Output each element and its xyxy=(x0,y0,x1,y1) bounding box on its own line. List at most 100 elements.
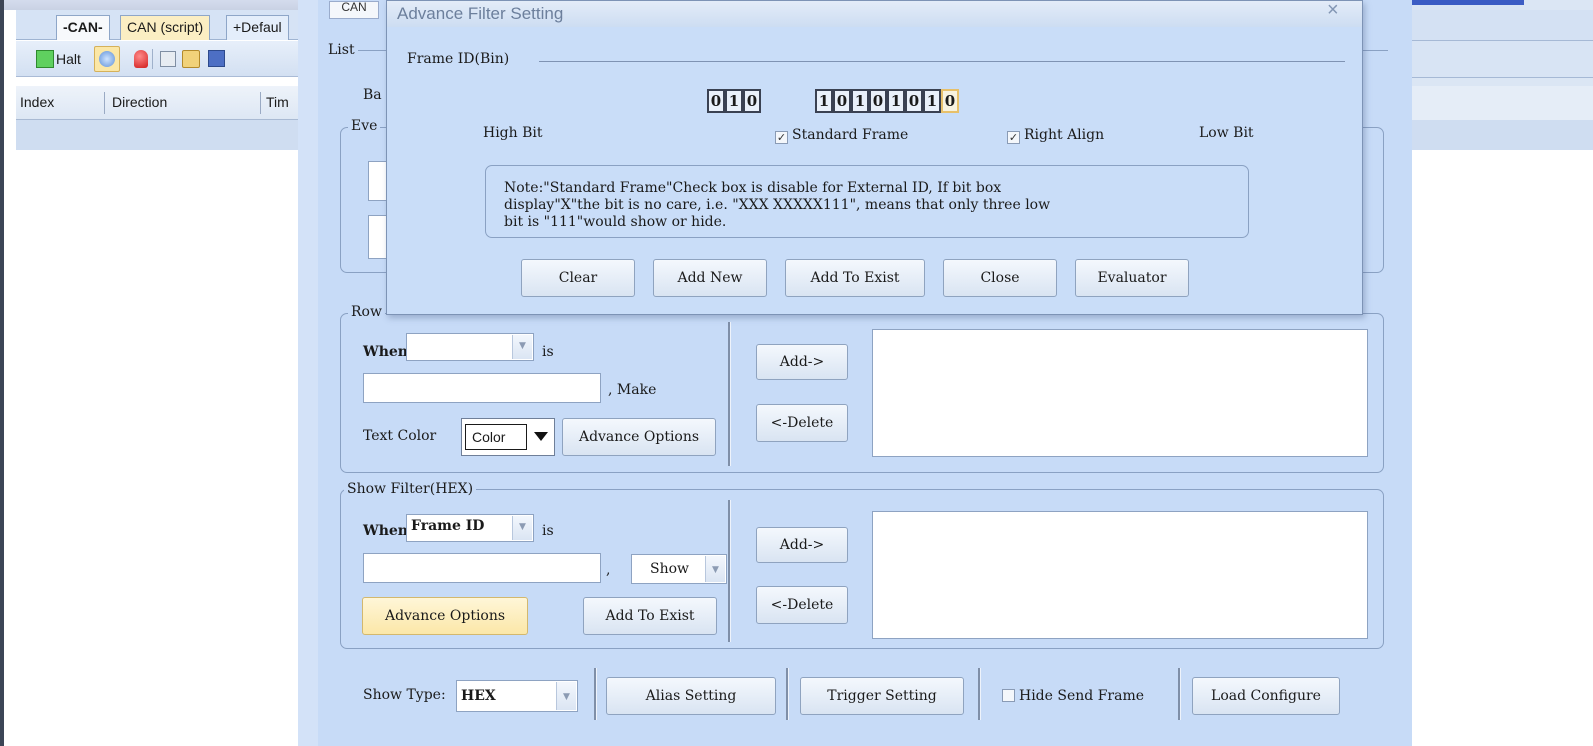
close-button[interactable]: Close xyxy=(943,259,1057,297)
filter-delete-button[interactable]: <-Delete xyxy=(756,586,848,624)
frame-id-label: Frame ID(Bin) xyxy=(407,51,510,67)
color-value: Color xyxy=(465,424,527,450)
open-folder-icon[interactable] xyxy=(182,50,200,68)
trigger-setting-button[interactable]: Trigger Setting xyxy=(800,677,964,715)
add-to-exist-button[interactable]: Add To Exist xyxy=(785,259,925,297)
hide-send-frame-checkbox[interactable]: Hide Send Frame xyxy=(1002,688,1144,704)
chevron-down-icon[interactable]: ▼ xyxy=(512,335,532,359)
row-group-separator xyxy=(728,322,731,466)
col-index[interactable]: Index xyxy=(20,94,54,110)
hide-send-frame-label: Hide Send Frame xyxy=(1019,688,1145,704)
column-separator xyxy=(104,92,105,114)
high-bit-label: High Bit xyxy=(483,125,543,141)
tab-can-script[interactable]: CAN (script) xyxy=(120,15,211,40)
standard-frame-label: Standard Frame xyxy=(792,127,909,143)
checkbox-checked-icon[interactable]: ✓ xyxy=(1007,131,1020,144)
close-icon[interactable]: × xyxy=(1327,0,1339,22)
row-advance-options-button[interactable]: Advance Options xyxy=(562,418,716,456)
bit-box[interactable]: 1 xyxy=(725,89,743,113)
dialog-titlebar: Advance Filter Setting × xyxy=(387,0,1362,27)
load-configure-button[interactable]: Load Configure xyxy=(1192,677,1340,715)
tab-default[interactable]: +Defaul xyxy=(226,15,289,40)
bit-box[interactable]: 0 xyxy=(941,89,959,113)
bit-box[interactable]: 1 xyxy=(815,89,833,113)
bit-box[interactable]: 0 xyxy=(869,89,887,113)
bit-box[interactable]: 1 xyxy=(851,89,869,113)
row-value-input[interactable] xyxy=(363,373,601,403)
clear-button[interactable]: Clear xyxy=(521,259,635,297)
col-direction[interactable]: Direction xyxy=(112,94,167,110)
chevron-down-icon[interactable]: ▼ xyxy=(556,682,576,710)
alias-setting-button[interactable]: Alias Setting xyxy=(606,677,776,715)
record-icon[interactable] xyxy=(134,50,148,68)
row-make-label: , Make xyxy=(608,382,657,398)
copy-icon[interactable] xyxy=(160,51,176,67)
ba-label: Ba xyxy=(363,87,382,103)
bit-box[interactable]: 0 xyxy=(833,89,851,113)
filter-when-value: Frame ID xyxy=(411,518,485,534)
bit-box[interactable]: 0 xyxy=(707,89,725,113)
note-box: Note:"Standard Frame"Check box is disabl… xyxy=(485,165,1249,238)
column-separator xyxy=(260,92,261,114)
filter-when-label: When xyxy=(363,523,408,539)
filter-add-button[interactable]: Add-> xyxy=(756,527,848,563)
halt-icon[interactable] xyxy=(36,50,54,68)
right-header xyxy=(1412,0,1593,150)
filter-advance-options-button[interactable]: Advance Options xyxy=(362,597,528,635)
checkbox-checked-icon[interactable]: ✓ xyxy=(775,131,788,144)
color-picker[interactable]: Color xyxy=(461,418,555,456)
chevron-down-icon[interactable] xyxy=(534,432,548,441)
row-delete-button[interactable]: <-Delete xyxy=(756,404,848,442)
show-hide-combo[interactable]: Show ▼ xyxy=(631,554,727,584)
show-hide-value: Show xyxy=(650,561,690,577)
low-bit-label: Low Bit xyxy=(1199,125,1254,141)
filter-group-separator xyxy=(728,500,731,642)
row-rule-list[interactable] xyxy=(872,329,1368,457)
row-when-combo[interactable]: ▼ xyxy=(406,333,534,361)
filter-add-to-exist-button[interactable]: Add To Exist xyxy=(583,597,717,635)
right-align-checkbox[interactable]: ✓ Right Align xyxy=(1007,127,1104,144)
row-add-button[interactable]: Add-> xyxy=(756,344,848,380)
dialog-title: Advance Filter Setting xyxy=(397,4,564,23)
bit-box[interactable]: 0 xyxy=(743,89,761,113)
bottom-separator xyxy=(1178,668,1181,720)
chevron-down-icon[interactable]: ▼ xyxy=(705,556,725,582)
list-label: List xyxy=(328,42,355,58)
halt-label[interactable]: Halt xyxy=(56,51,81,67)
bottom-separator xyxy=(594,668,597,720)
filter-rule-list[interactable] xyxy=(872,511,1368,639)
show-type-label: Show Type: xyxy=(363,687,446,703)
toolbar: Halt xyxy=(16,41,298,77)
note-line: bit is "111"would show or hide. xyxy=(504,214,727,230)
event-group-label: Eve xyxy=(348,118,381,134)
filter-when-combo[interactable]: Frame ID ▼ xyxy=(406,514,534,542)
right-align-label: Right Align xyxy=(1024,127,1105,143)
bit-box[interactable]: 0 xyxy=(905,89,923,113)
bit-box[interactable]: 1 xyxy=(923,89,941,113)
chevron-down-icon[interactable]: ▼ xyxy=(512,516,532,540)
bit-box[interactable]: 1 xyxy=(887,89,905,113)
show-type-value: HEX xyxy=(461,688,496,704)
app-tabs: -CAN- CAN (script) +Defaul xyxy=(16,10,298,40)
bottom-separator xyxy=(978,668,981,720)
filter-comma: , xyxy=(606,562,611,578)
column-header: Index Direction Tim xyxy=(16,86,298,120)
show-type-combo[interactable]: HEX ▼ xyxy=(456,680,578,712)
note-line: Note:"Standard Frame"Check box is disabl… xyxy=(504,180,1002,196)
evaluator-button[interactable]: Evaluator xyxy=(1075,259,1189,297)
window-left-edge xyxy=(0,0,4,746)
checkbox-box[interactable] xyxy=(1002,689,1015,702)
toolbar-separator xyxy=(152,49,153,69)
note-line: display"X"the bit is no care, i.e. "XXX … xyxy=(504,197,1051,213)
filter-value-input[interactable] xyxy=(363,553,601,583)
add-new-button[interactable]: Add New xyxy=(653,259,767,297)
tab-can[interactable]: -CAN- xyxy=(56,15,110,40)
refresh-button[interactable] xyxy=(94,46,120,72)
show-filter-label: Show Filter(HEX) xyxy=(344,481,477,497)
save-icon[interactable] xyxy=(208,50,225,67)
row-color-group-label: Row xyxy=(348,304,385,320)
globe-icon xyxy=(99,51,115,67)
col-time[interactable]: Tim xyxy=(266,94,289,110)
advance-filter-dialog: Advance Filter Setting × CAN Frame ID(Bi… xyxy=(329,0,1363,315)
standard-frame-checkbox[interactable]: ✓ Standard Frame xyxy=(775,127,908,144)
